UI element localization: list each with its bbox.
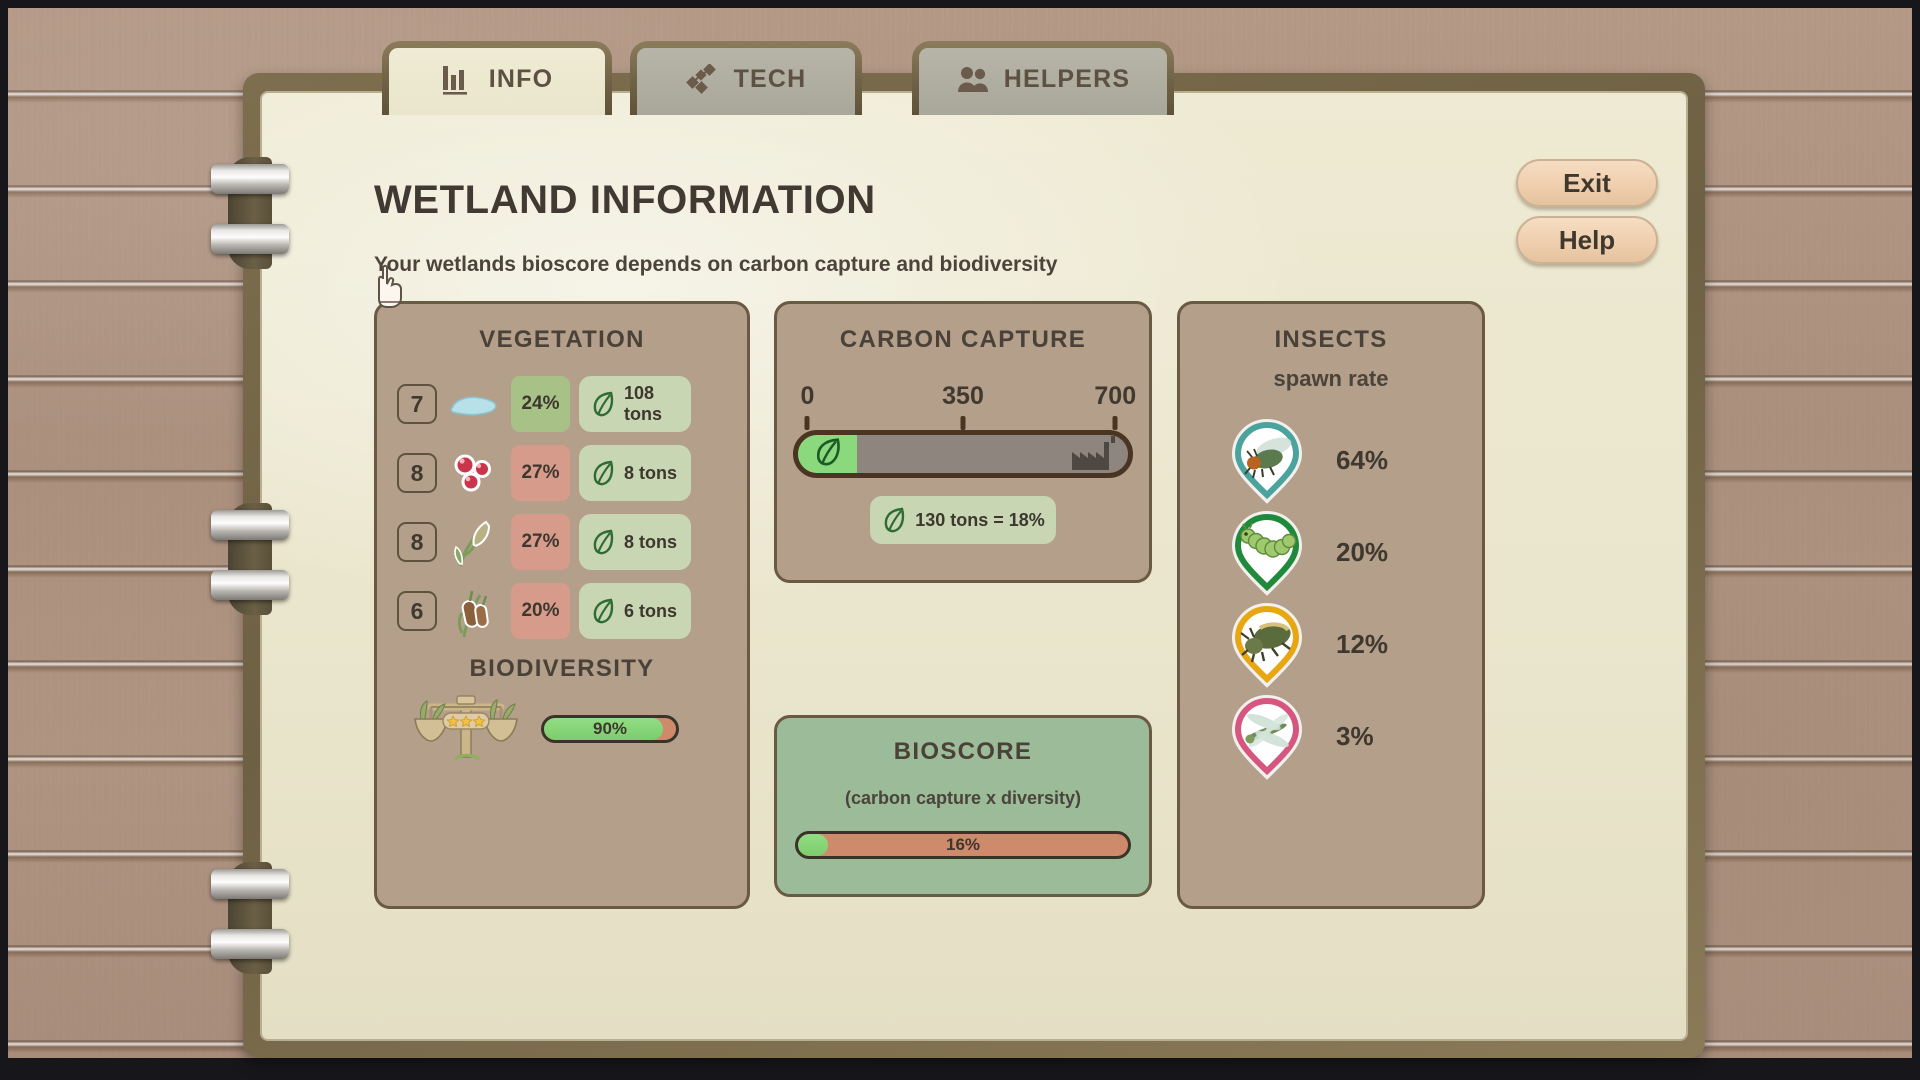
veg-tons-label: 8 tons (624, 531, 678, 552)
tab-info-label: INFO (488, 65, 554, 93)
insect-percent: 3% (1336, 720, 1374, 751)
table-row[interactable]: 8 27% 8 tons (397, 445, 747, 501)
veg-tons: 8 tons (579, 445, 691, 501)
insects-panel: INSECTS spawn rate 64% 20% 12% 3% (1177, 301, 1485, 909)
leaf-icon (590, 458, 616, 488)
bioscore-panel: BIOSCORE (carbon capture x diversity) 16… (774, 715, 1152, 897)
veg-tons: 6 tons (579, 583, 691, 639)
leaf-icon (813, 435, 843, 473)
insect-percent: 64% (1336, 444, 1389, 475)
veg-tons-label: 108 tons (624, 383, 662, 424)
vegetation-rows: 7 24% 108 tons 8 27% 8 tons 8 27% 8 tons… (377, 376, 747, 639)
veg-count: 8 (397, 522, 437, 562)
mouse-cursor-pointing-hand (370, 262, 410, 310)
veg-tons: 8 tons (579, 514, 691, 570)
page-subtitle: Your wetlands bioscore depends on carbon… (374, 253, 1058, 276)
bioscore-value: 16% (945, 835, 981, 854)
insect-percent: 20% (1336, 536, 1389, 567)
leaf-icon (881, 505, 907, 535)
insects-subtitle: spawn rate (1273, 366, 1389, 391)
bioscore-bar: 16% (795, 831, 1131, 859)
people-icon (956, 64, 990, 96)
dragonfly-pin (1228, 692, 1306, 780)
list-item[interactable]: 64% (1228, 414, 1482, 506)
table-row[interactable]: 7 24% 108 tons (397, 376, 747, 432)
veg-percent: 27% (511, 514, 570, 570)
info-book: INFO TECH HELPERS WETLAND INFORMATION Yo… (243, 41, 1705, 1058)
biodiversity-title: BIODIVERSITY (469, 655, 655, 682)
book-page: INFO TECH HELPERS WETLAND INFORMATION Yo… (260, 41, 1688, 1041)
insects-title: INSECTS (1274, 326, 1388, 353)
veg-percent: 24% (511, 376, 570, 432)
carbon-capture-panel: CARBON CAPTURE 0 350 700 130 tons = 18% (774, 301, 1152, 583)
carbon-tick-marks (801, 416, 1125, 430)
veg-count: 7 (397, 384, 437, 424)
carbon-tick-0: 0 (800, 382, 815, 410)
list-item[interactable]: 12% (1228, 598, 1482, 690)
cattail-icon (446, 583, 502, 639)
bioscore-title: BIOSCORE (893, 738, 1033, 765)
leaf-icon (590, 389, 616, 419)
veg-tons-label: 8 tons (624, 462, 678, 483)
table-row[interactable]: 6 20% 6 tons (397, 583, 747, 639)
carbon-capture-fill (798, 435, 858, 473)
carbon-tick-700: 700 (1094, 382, 1137, 410)
tab-tech-label: TECH (733, 65, 807, 93)
carbon-tick-350: 350 (942, 382, 984, 410)
factory-icon (1070, 436, 1122, 470)
veg-percent: 27% (511, 445, 570, 501)
tab-info[interactable]: INFO (382, 41, 612, 115)
carbon-tons-label: 130 tons = 18% (915, 509, 1045, 530)
binder-clip-3 (211, 510, 289, 540)
tab-tech[interactable]: TECH (630, 41, 862, 115)
biodiversity-value: 90% (592, 719, 628, 738)
carbon-scale-labels: 0 350 700 (800, 382, 1137, 416)
reed-grass-icon (446, 514, 502, 570)
vegetation-title: VEGETATION (479, 326, 645, 353)
veg-tons-label: 6 tons (624, 600, 678, 621)
help-button[interactable]: Help (1516, 216, 1658, 264)
pond-icon (446, 376, 502, 432)
biodiversity-row: 90% (403, 691, 747, 767)
table-row[interactable]: 8 27% 8 tons (397, 514, 747, 570)
bar-chart-icon (441, 64, 475, 96)
tab-bar: INFO TECH HELPERS (262, 41, 1920, 213)
veg-percent: 20% (511, 583, 570, 639)
biodiversity-bar: 90% (541, 715, 679, 743)
bioscore-formula: (carbon capture x diversity) (844, 788, 1082, 808)
insect-percent: 12% (1336, 628, 1389, 659)
tech-nodes-icon (685, 62, 720, 96)
caterpillar-pin (1228, 508, 1306, 596)
veg-count: 8 (397, 453, 437, 493)
binder-clip-6 (211, 929, 289, 959)
bee-pin (1228, 416, 1306, 504)
balance-scale-icon (403, 691, 529, 767)
binder-clip-4 (211, 570, 289, 600)
list-item[interactable]: 20% (1228, 506, 1482, 598)
veg-count: 6 (397, 591, 437, 631)
carbon-capture-slider[interactable] (793, 430, 1133, 478)
vegetation-panel: VEGETATION 7 24% 108 tons 8 27% 8 tons 8… (374, 301, 750, 909)
carbon-capture-title: CARBON CAPTURE (839, 326, 1087, 353)
binder-clip-2 (211, 224, 289, 254)
list-item[interactable]: 3% (1228, 690, 1482, 782)
leaf-icon (590, 527, 616, 557)
beetle-pin (1228, 600, 1306, 688)
binder-clip-5 (211, 869, 289, 899)
tab-helpers-label: HELPERS (1003, 65, 1131, 93)
leaf-icon (590, 596, 616, 626)
veg-tons: 108 tons (579, 376, 691, 432)
carbon-tons-chip: 130 tons = 18% (870, 496, 1056, 544)
berries-icon (446, 445, 502, 501)
tab-helpers[interactable]: HELPERS (912, 41, 1174, 115)
